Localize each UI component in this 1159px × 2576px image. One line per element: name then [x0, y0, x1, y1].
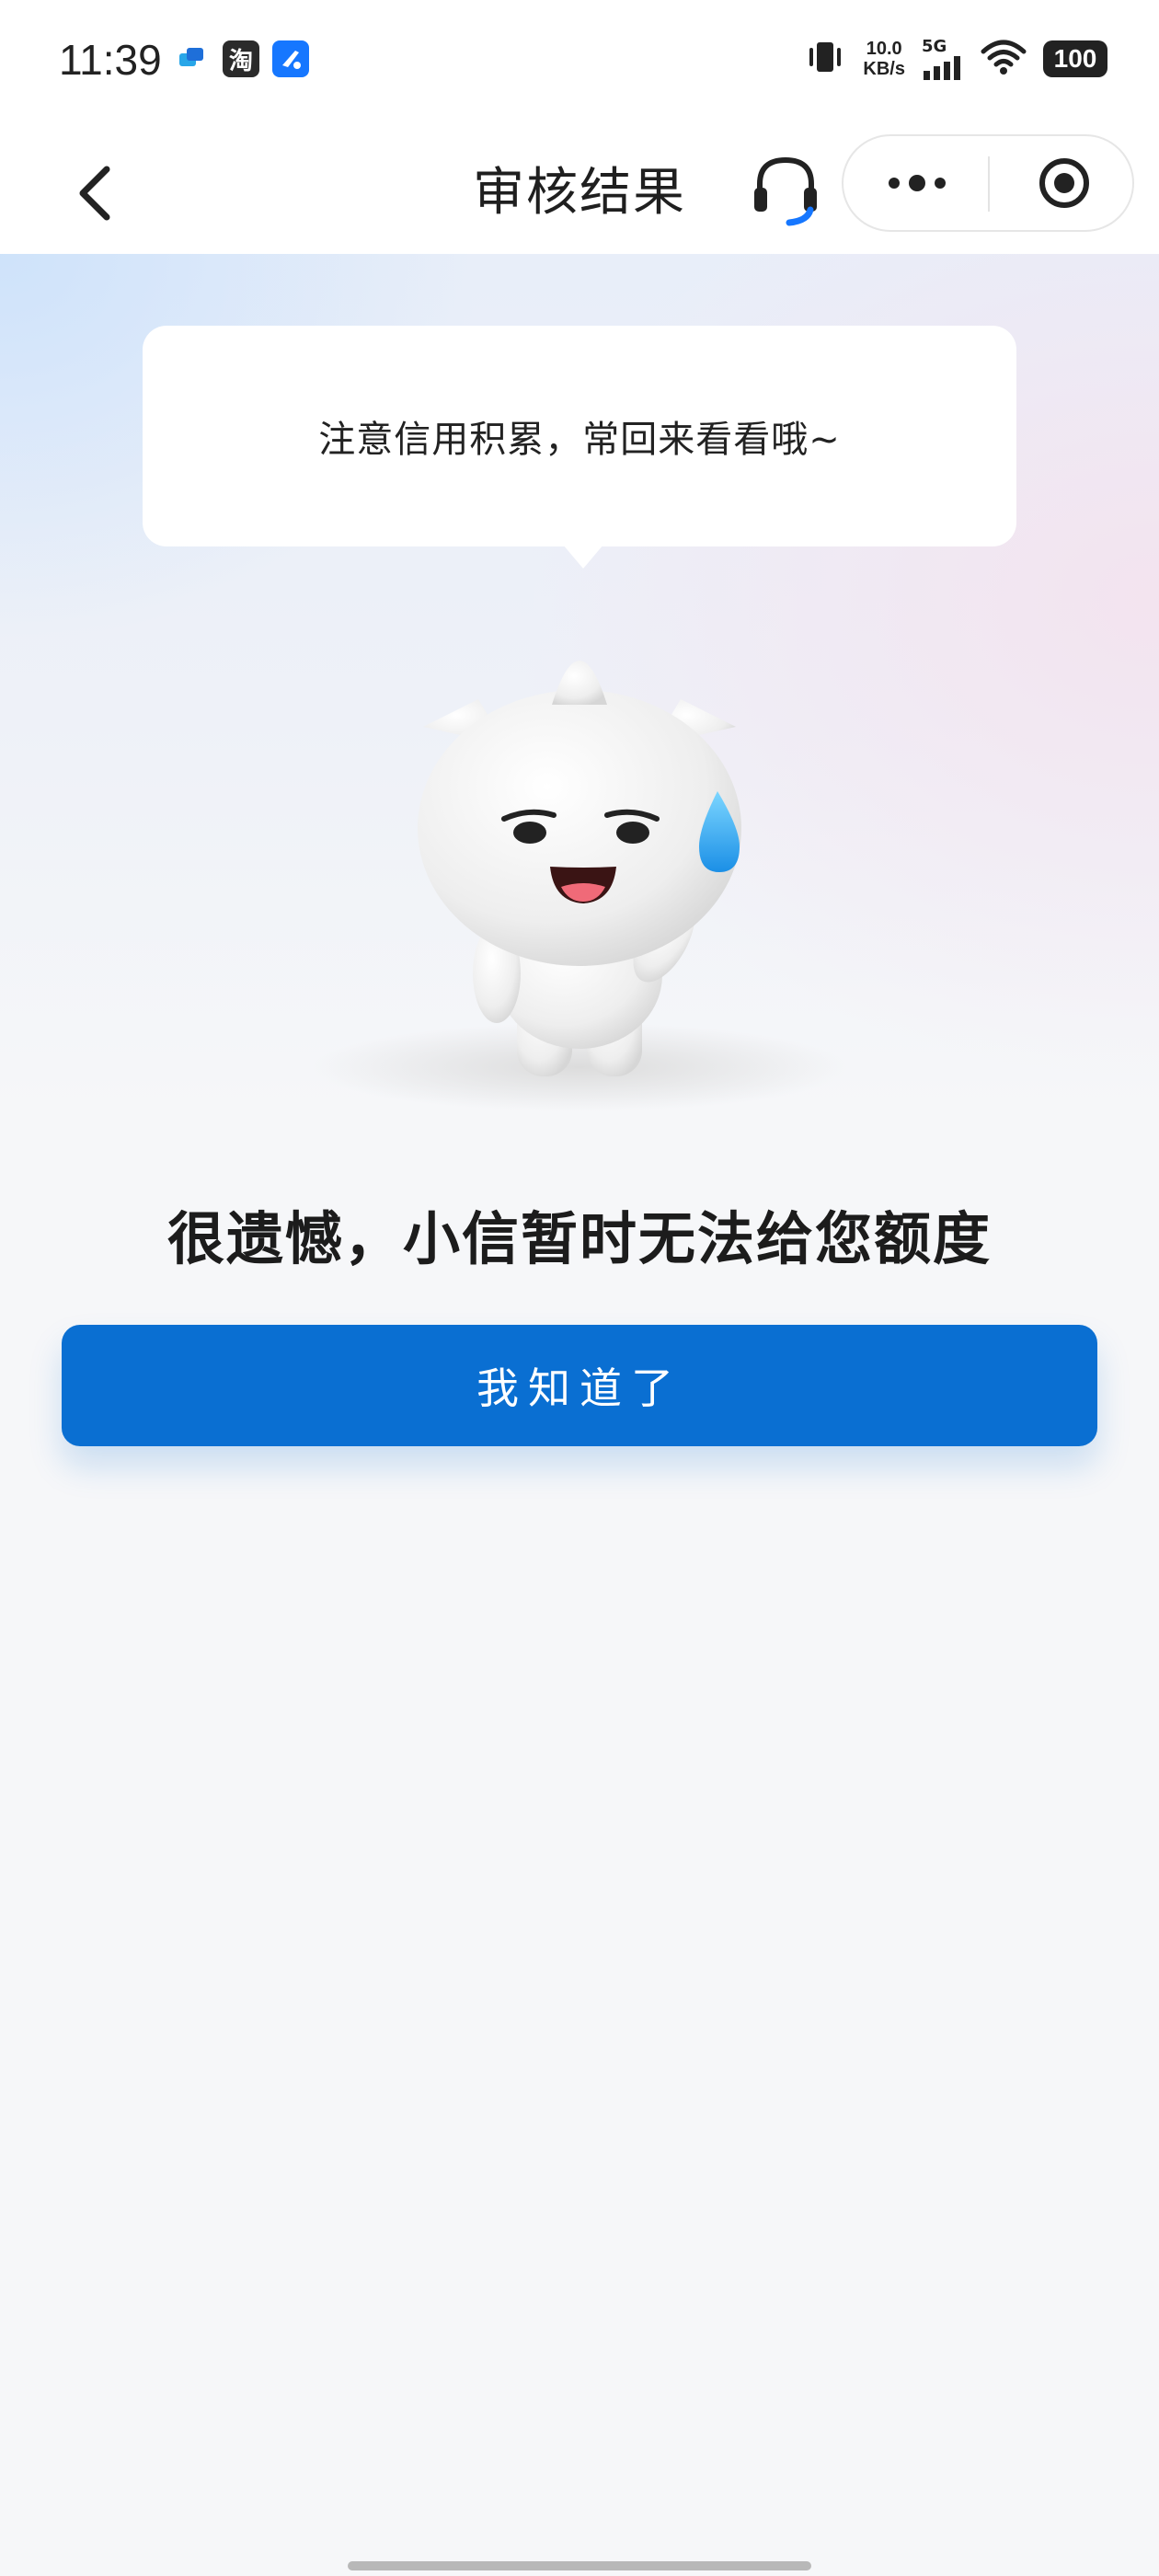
home-indicator[interactable]: [348, 2561, 811, 2570]
result-headline: 很遗憾，小信暂时无法给您额度: [166, 1205, 992, 1272]
mascot-illustration: [304, 626, 855, 1122]
customer-service-button[interactable]: [749, 151, 822, 228]
status-bar: 11:39 淘 10.0 KB/s 5G 100: [0, 0, 1159, 129]
cell-signal: 5G: [922, 37, 964, 80]
capsule-divider: [988, 156, 990, 212]
acknowledge-button[interactable]: 我知道了: [62, 1325, 1097, 1446]
more-button[interactable]: [862, 136, 972, 230]
close-mini-program-button[interactable]: [1004, 136, 1124, 230]
status-right: 10.0 KB/s 5G 100: [804, 37, 1107, 80]
status-time: 11:39: [59, 36, 162, 84]
mini-program-capsule: [842, 134, 1134, 232]
wifi-icon: [981, 39, 1027, 79]
net-speed-unit: KB/s: [863, 58, 905, 79]
chat-app-icon: [173, 40, 210, 77]
target-close-icon: [1039, 158, 1089, 208]
headset-icon: [754, 156, 817, 226]
speech-bubble-tail: [563, 545, 603, 569]
network-type: 5G: [922, 37, 947, 56]
net-speed-value: 10.0: [866, 38, 902, 59]
feishu-icon: [272, 40, 309, 77]
taobao-icon: 淘: [223, 40, 259, 77]
battery-indicator: 100: [1043, 40, 1107, 77]
status-app-icons: 淘: [173, 40, 309, 77]
signal-bars-icon: [924, 56, 960, 80]
net-speed: 10.0 KB/s: [863, 39, 905, 79]
speech-bubble: 注意信用积累，常回来看看哦~: [143, 326, 1016, 546]
nav-bar: 审核结果: [0, 129, 1159, 254]
more-dots-icon: [889, 175, 946, 191]
vibrate-icon: [804, 39, 846, 79]
